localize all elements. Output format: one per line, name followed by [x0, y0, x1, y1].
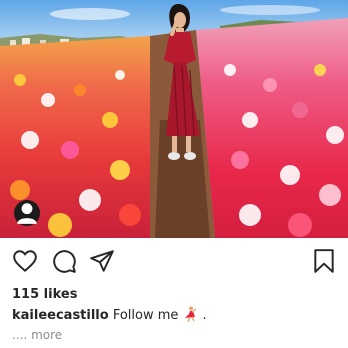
caption-text: Follow me	[108, 308, 179, 323]
heart-icon[interactable]	[12, 248, 38, 274]
caption-suffix: .	[198, 308, 207, 323]
post-caption: kaileecastillo Follow me .	[12, 306, 207, 323]
bookmark-icon[interactable]	[311, 248, 337, 274]
more-link[interactable]: .... more	[12, 328, 62, 342]
flower-field-image	[0, 0, 348, 238]
dancer-emoji-icon	[185, 306, 197, 322]
post-photo[interactable]	[0, 0, 348, 238]
post-action-bar	[0, 238, 348, 284]
like-count[interactable]: 115 likes	[12, 287, 77, 302]
person-icon	[17, 203, 37, 224]
comment-bubble-icon[interactable]	[51, 248, 77, 274]
paper-plane-icon[interactable]	[89, 248, 115, 274]
avatar[interactable]	[14, 200, 40, 226]
caption-username[interactable]: kaileecastillo	[12, 308, 109, 323]
